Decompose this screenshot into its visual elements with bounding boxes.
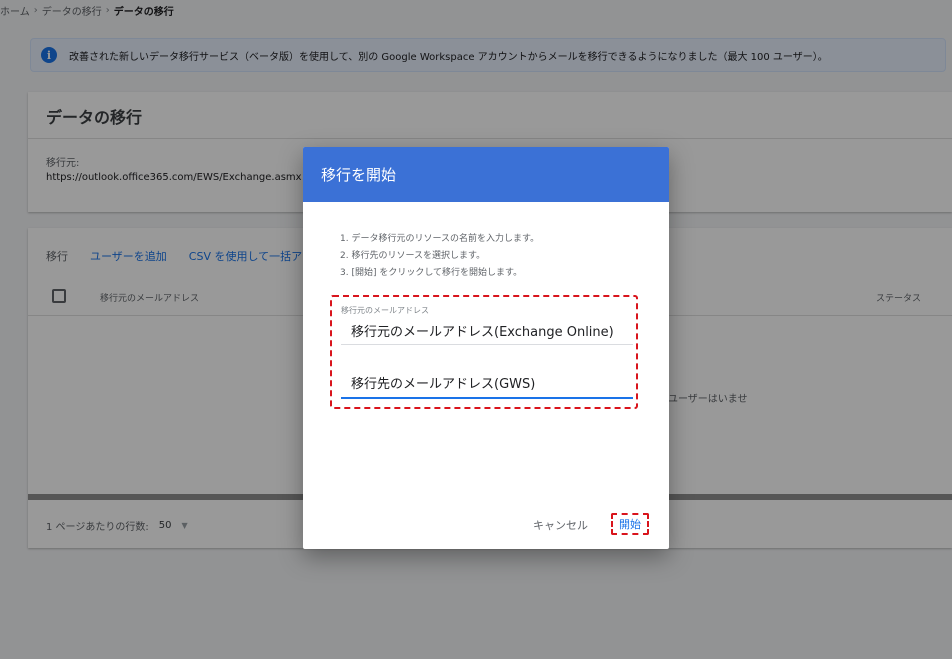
step-1: 1. データ移行元のリソースの名前を入力します。 [340,234,540,244]
start-migration-dialog: 移行を開始 1. データ移行元のリソースの名前を入力します。 2. 移行先のリソ… [303,147,669,549]
source-email-label: 移行元のメールアドレス [341,306,429,315]
destination-email-input[interactable]: 移行先のメールアドレス(GWS) [341,367,633,399]
step-2: 2. 移行先のリソースを選択します。 [340,251,486,261]
dialog-title: 移行を開始 [321,166,397,184]
start-button[interactable]: 開始 [611,513,649,535]
step-3: 3. [開始] をクリックして移行を開始します。 [340,268,523,278]
cancel-button[interactable]: キャンセル [533,517,588,533]
dialog-header: 移行を開始 [303,147,669,202]
source-email-input[interactable]: 移行元のメールアドレス(Exchange Online) [341,317,633,345]
instruction-steps: 1. データ移行元のリソースの名前を入力します。 2. 移行先のリソースを選択し… [340,231,539,282]
